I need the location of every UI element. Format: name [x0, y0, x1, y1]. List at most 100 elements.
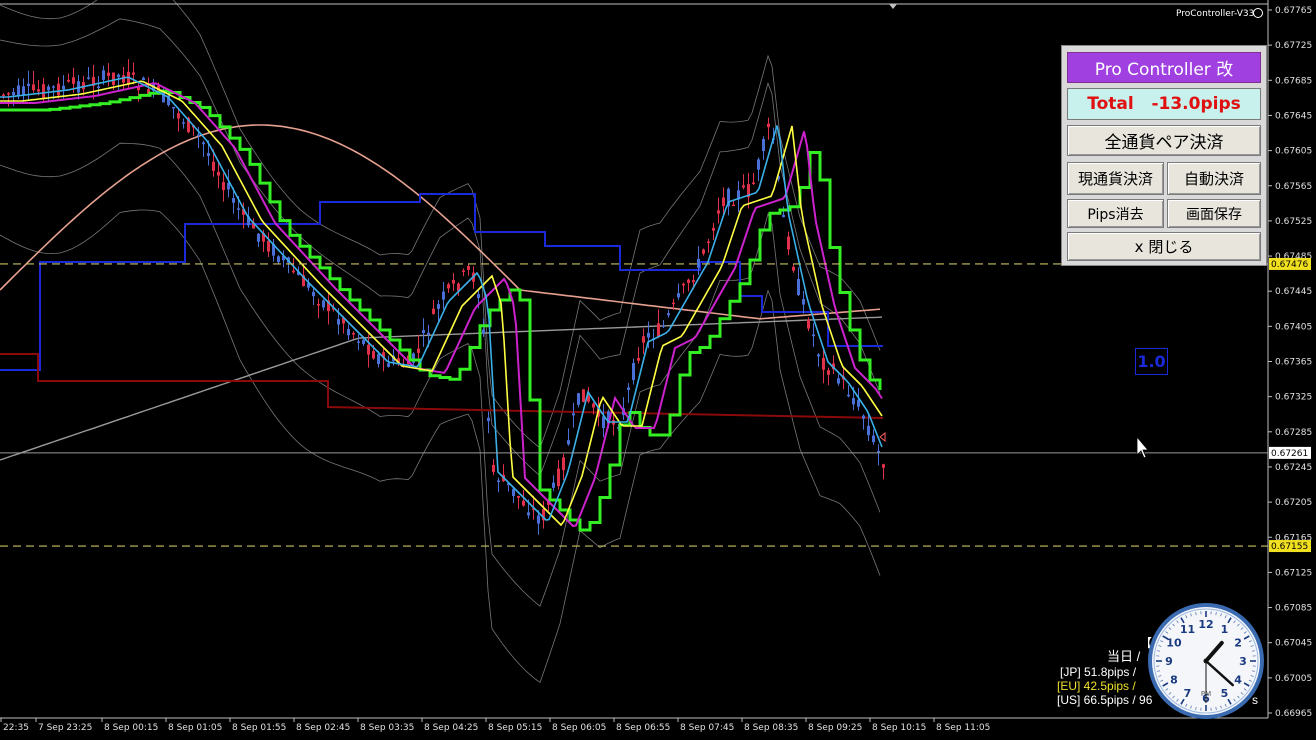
time-tick-label: 8 Sep 03:35 — [360, 723, 414, 733]
candle-body — [792, 266, 795, 271]
candle-body — [592, 403, 595, 408]
candle-body — [362, 339, 365, 344]
candle-body — [322, 300, 325, 308]
candle-body — [52, 86, 55, 88]
time-tick-label: 8 Sep 06:05 — [552, 723, 606, 733]
candle-body — [7, 93, 10, 95]
price-axis: 0.67765 0.67725 0.67685 0.67645 0.67605 0.675… — [1268, 6, 1312, 719]
total-pips-display: Total -13.0pips — [1067, 88, 1261, 120]
candle-body — [797, 278, 800, 296]
time-tick-label: 8 Sep 01:05 — [168, 723, 222, 733]
clock-numeral: 3 — [1239, 655, 1247, 668]
candle-body — [477, 294, 480, 299]
time-tick-label: 8 Sep 10:15 — [872, 723, 926, 733]
candle-body — [72, 77, 75, 84]
candle-body — [847, 394, 850, 397]
price-tick-label: 0.67365 — [1275, 358, 1312, 368]
candle-body — [387, 363, 390, 367]
candle-body — [207, 153, 210, 157]
candle-body — [862, 415, 865, 419]
candle-body — [642, 336, 645, 343]
candle-body — [837, 378, 840, 384]
candle-body — [667, 313, 670, 316]
candle-body — [427, 332, 430, 335]
candle-body — [867, 425, 870, 436]
auto-close-button[interactable]: 自動決済 — [1167, 162, 1261, 195]
clock-numeral: 9 — [1165, 655, 1173, 668]
candle-body — [447, 284, 450, 289]
candle-body — [372, 351, 375, 359]
price-badge-label: 0.67261 — [1271, 449, 1308, 459]
candle-body — [712, 227, 715, 231]
candle-body — [442, 291, 445, 300]
lot-size-label[interactable]: 1.0 — [1135, 348, 1168, 375]
time-tick-label: 8 Sep 02:45 — [296, 723, 350, 733]
candle-body — [112, 72, 115, 85]
candle-body — [637, 357, 640, 361]
close-all-pairs-button[interactable]: 全通貨ペア決済 — [1067, 125, 1261, 156]
close-current-pair-button[interactable]: 現通貨決済 — [1067, 162, 1164, 195]
candle-body — [257, 233, 260, 242]
candle-body — [97, 86, 100, 88]
candle-body — [212, 161, 215, 171]
time-tick-label: 7 Sep 23:25 — [38, 723, 92, 733]
candle-body — [827, 370, 830, 375]
candle-body — [562, 457, 565, 471]
indicator-name-label: ProController-V33 — [1176, 9, 1254, 19]
candle-body — [267, 240, 270, 252]
candle-body — [722, 197, 725, 207]
clock-center — [1203, 658, 1209, 664]
time-tick-label: 8 Sep 00:15 — [104, 723, 158, 733]
candle-body — [872, 435, 875, 443]
candle-body — [317, 303, 320, 306]
candle-body — [277, 256, 280, 263]
candle-body — [367, 344, 370, 355]
clock-numeral: 10 — [1166, 637, 1182, 650]
price-tick-label: 0.67285 — [1275, 428, 1312, 438]
price-tick-label: 0.67445 — [1275, 287, 1312, 297]
candle-body — [232, 198, 235, 203]
candle-body — [27, 83, 30, 87]
candle-body — [557, 468, 560, 487]
time-tick-label: 22:35 — [3, 723, 29, 733]
candle-body — [197, 134, 200, 136]
clock-numeral: 12 — [1198, 618, 1213, 631]
candle-body — [512, 488, 515, 497]
candle-body — [37, 89, 40, 92]
candle-body — [697, 258, 700, 268]
candle-body — [752, 182, 755, 184]
time-tick-label: 8 Sep 07:45 — [680, 723, 734, 733]
candle-body — [817, 354, 820, 357]
candle-body — [552, 482, 555, 488]
candle-body — [417, 348, 420, 353]
candle-body — [497, 480, 500, 483]
clock-numeral: 2 — [1234, 637, 1242, 650]
price-badge-label: 0.67155 — [1271, 542, 1308, 552]
candle-body — [62, 85, 65, 90]
candle-body — [142, 77, 145, 81]
time-tick-label: 8 Sep 08:35 — [744, 723, 798, 733]
candle-body — [202, 142, 205, 145]
close-panel-button[interactable]: x 閉じる — [1067, 232, 1261, 261]
candle-body — [312, 291, 315, 297]
delete-pips-button[interactable]: Pips消去 — [1067, 199, 1164, 228]
candle-body — [47, 86, 50, 91]
price-tick-label: 0.67765 — [1275, 6, 1312, 16]
candle-body — [422, 330, 425, 334]
candle-body — [632, 363, 635, 381]
candle-body — [357, 341, 360, 343]
candle-body — [822, 357, 825, 370]
candle-body — [707, 241, 710, 243]
price-tick-label: 0.67085 — [1275, 604, 1312, 614]
price-tick-label: 0.66965 — [1275, 709, 1312, 719]
time-tick-label: 8 Sep 04:25 — [424, 723, 478, 733]
stats-us-session: [US] 66.5pips / 96 — [1057, 693, 1153, 707]
candle-body — [662, 325, 665, 327]
price-tick-label: 0.67565 — [1275, 182, 1312, 192]
candle-body — [692, 280, 695, 283]
candle-body — [782, 214, 785, 218]
candle-body — [377, 354, 380, 364]
price-tick-label: 0.67125 — [1275, 568, 1312, 578]
save-screen-button[interactable]: 画面保存 — [1167, 199, 1261, 228]
candle-body — [702, 249, 705, 254]
